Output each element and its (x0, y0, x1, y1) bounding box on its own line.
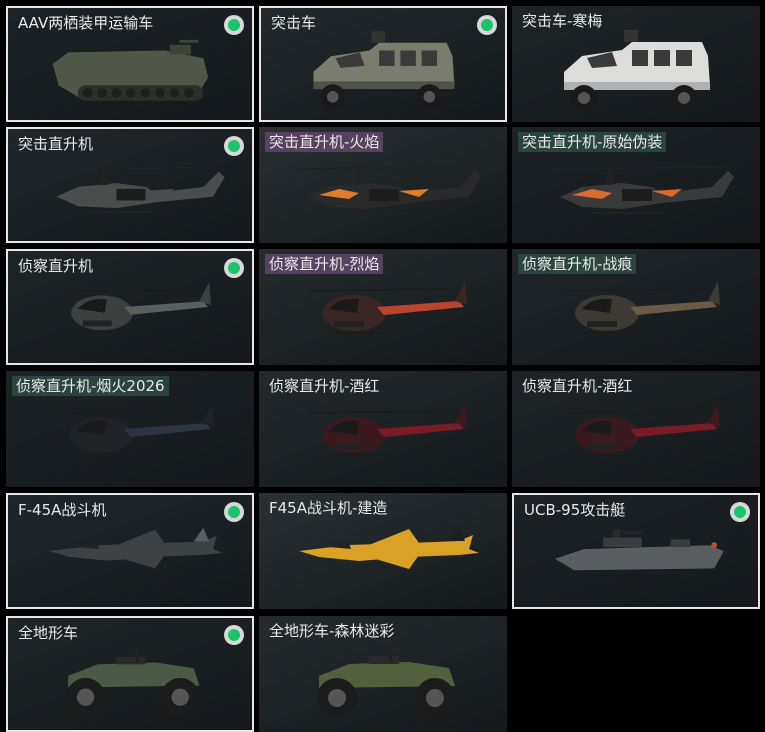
vehicle-grid: AAV两栖装甲运输车 突击车 突击车-寒梅 突击直升机 突击直升机-火焰 突击直… (0, 0, 765, 732)
vehicle-card[interactable]: 突击直升机-火焰 (259, 127, 507, 243)
vehicle-name: 侦察直升机 (18, 257, 94, 275)
equipped-indicator-icon (224, 136, 244, 156)
vehicle-card[interactable]: 侦察直升机-烟火2026 (6, 371, 254, 487)
vehicle-name: 侦察直升机-酒红 (522, 377, 633, 395)
vehicle-name: 突击车-寒梅 (522, 12, 603, 30)
vehicle-name: F-45A战斗机 (18, 501, 107, 519)
vehicle-card[interactable]: F45A战斗机-建造 (259, 493, 507, 609)
vehicle-card[interactable]: 突击车-寒梅 (512, 6, 760, 122)
vehicle-name: 突击直升机-原始伪装 (518, 132, 667, 152)
vehicle-name: 全地形车-森林迷彩 (269, 622, 395, 640)
equipped-indicator-icon (477, 15, 497, 35)
vehicle-card[interactable]: 突击直升机 (6, 127, 254, 243)
vehicle-card[interactable]: 侦察直升机 (6, 249, 254, 365)
vehicle-name: 侦察直升机-烟火2026 (12, 376, 169, 396)
vehicle-name: F45A战斗机-建造 (269, 499, 388, 517)
equipped-indicator-icon (224, 502, 244, 522)
vehicle-card[interactable]: UCB-95攻击艇 (512, 493, 760, 609)
vehicle-name: AAV两栖装甲运输车 (18, 14, 154, 32)
vehicle-card[interactable]: 侦察直升机-战痕 (512, 249, 760, 365)
equipped-indicator-icon (224, 258, 244, 278)
vehicle-card[interactable]: 突击直升机-原始伪装 (512, 127, 760, 243)
vehicle-name: 全地形车 (18, 624, 79, 642)
vehicle-card[interactable]: 突击车 (259, 6, 507, 122)
vehicle-name: 侦察直升机-烈焰 (265, 254, 384, 274)
vehicle-card[interactable]: 侦察直升机-酒红 (512, 371, 760, 487)
vehicle-card[interactable]: 侦察直升机-酒红 (259, 371, 507, 487)
vehicle-name: 突击车 (271, 14, 317, 32)
vehicle-card[interactable]: F-45A战斗机 (6, 493, 254, 609)
vehicle-card[interactable]: 全地形车 (6, 616, 254, 732)
vehicle-name: 侦察直升机-战痕 (518, 254, 637, 274)
equipped-indicator-icon (224, 625, 244, 645)
equipped-indicator-icon (224, 15, 244, 35)
vehicle-card[interactable]: 侦察直升机-烈焰 (259, 249, 507, 365)
vehicle-name: 侦察直升机-酒红 (269, 377, 380, 395)
vehicle-name: UCB-95攻击艇 (524, 501, 626, 519)
vehicle-card[interactable]: AAV两栖装甲运输车 (6, 6, 254, 122)
equipped-indicator-icon (730, 502, 750, 522)
vehicle-name: 突击直升机 (18, 135, 94, 153)
vehicle-card[interactable]: 全地形车-森林迷彩 (259, 616, 507, 732)
vehicle-name: 突击直升机-火焰 (265, 132, 384, 152)
